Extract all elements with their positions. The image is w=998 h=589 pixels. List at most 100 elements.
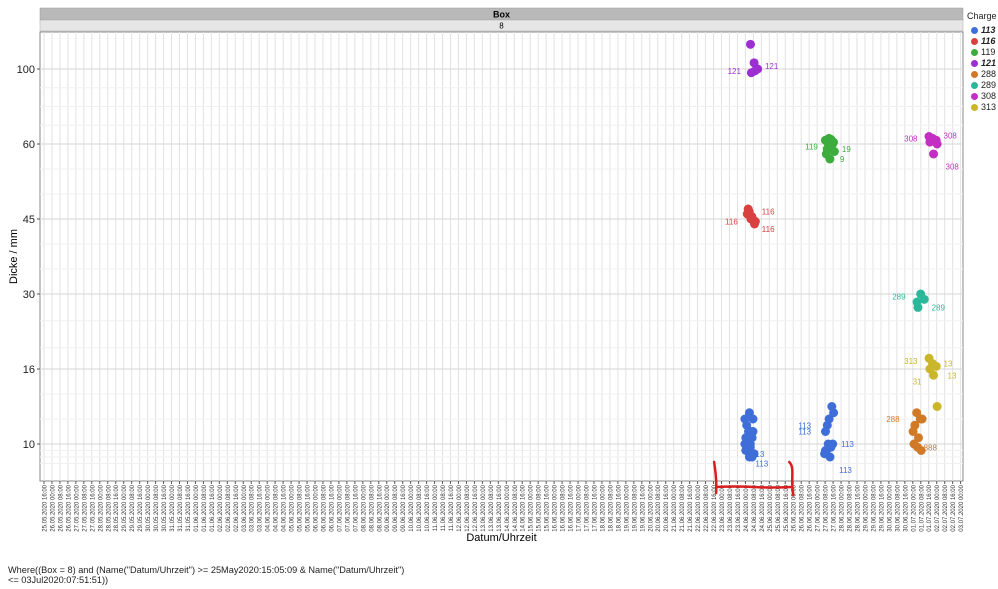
point-113 bbox=[827, 402, 837, 411]
x-tick-label: 29.06.2020 00:00 bbox=[863, 484, 869, 531]
legend-item-288[interactable]: 288 bbox=[971, 69, 996, 79]
x-tick-label: 25.05.2020 16:00 bbox=[43, 484, 49, 531]
point-label-313: 13 bbox=[944, 360, 953, 369]
x-tick-label: 31.05.2020 16:00 bbox=[186, 484, 192, 531]
legend-item-113[interactable]: 113 bbox=[971, 25, 995, 35]
legend-item-116[interactable]: 116 bbox=[971, 36, 995, 46]
x-tick-label: 29.06.2020 08:00 bbox=[871, 484, 877, 531]
x-tick-label: 20.06.2020 00:00 bbox=[648, 484, 654, 531]
x-tick-label: 01.07.2020 16:00 bbox=[927, 484, 933, 531]
x-tick-label: 28.06.2020 00:00 bbox=[840, 484, 846, 531]
x-tick-label: 13.06.2020 00:00 bbox=[481, 484, 487, 531]
x-tick-label: 01.06.2020 00:00 bbox=[194, 484, 200, 531]
y-tick-label: 16 bbox=[23, 364, 35, 376]
x-tick-label: 08.06.2020 00:00 bbox=[361, 484, 367, 531]
x-tick-label: 12.06.2020 00:00 bbox=[457, 484, 463, 531]
x-tick-label: 19.06.2020 08:00 bbox=[632, 484, 638, 531]
x-tick-label: 15.06.2020 08:00 bbox=[537, 484, 543, 531]
legend-marker bbox=[971, 26, 978, 34]
legend-marker bbox=[971, 92, 978, 100]
legend-item-119[interactable]: 119 bbox=[971, 47, 995, 57]
x-tick-label: 30.05.2020 16:00 bbox=[162, 484, 168, 531]
x-tick-label: 01.07.2020 08:00 bbox=[919, 484, 925, 531]
point-label-313: 313 bbox=[904, 357, 918, 366]
x-tick-label: 27.05.2020 16:00 bbox=[90, 484, 96, 531]
x-tick-label: 09.06.2020 16:00 bbox=[401, 484, 407, 531]
x-tick-label: 28.05.2020 00:00 bbox=[98, 484, 104, 531]
point-label-113: 113 bbox=[755, 460, 768, 469]
x-tick-label: 06.06.2020 16:00 bbox=[329, 484, 335, 531]
x-tick-label: 29.05.2020 00:00 bbox=[122, 484, 128, 531]
legend-marker bbox=[971, 70, 978, 78]
x-tick-label: 04.06.2020 08:00 bbox=[274, 484, 280, 531]
x-tick-label: 13.06.2020 16:00 bbox=[497, 484, 503, 531]
x-tick-label: 18.06.2020 08:00 bbox=[608, 484, 614, 531]
legend-item-313[interactable]: 313 bbox=[971, 102, 996, 112]
x-tick-label: 16.06.2020 00:00 bbox=[553, 484, 559, 531]
x-tick-label: 28.06.2020 08:00 bbox=[848, 484, 854, 531]
x-tick-label: 08.06.2020 08:00 bbox=[369, 484, 375, 531]
y-tick-label: 45 bbox=[23, 214, 35, 226]
point-label-116: 116 bbox=[762, 208, 775, 217]
x-tick-label: 18.06.2020 00:00 bbox=[600, 484, 606, 531]
legend-marker bbox=[971, 37, 978, 45]
x-tick-label: 17.06.2020 16:00 bbox=[592, 484, 598, 531]
y-tick-label: 100 bbox=[17, 64, 35, 76]
x-tick-label: 01.07.2020 00:00 bbox=[911, 484, 917, 531]
x-tick-label: 31.05.2020 00:00 bbox=[170, 484, 176, 531]
point-113 bbox=[821, 446, 831, 455]
point-label-119: 19 bbox=[842, 145, 851, 154]
legend-label: 121 bbox=[981, 58, 997, 68]
point-label-113: 113 bbox=[839, 466, 852, 475]
point-label-113: 13 bbox=[755, 450, 764, 459]
point-label-313: 31 bbox=[913, 378, 922, 387]
point-label-308: 308 bbox=[944, 132, 958, 141]
point-label-113: 113 bbox=[798, 428, 811, 437]
x-tick-label: 02.07.2020 08:00 bbox=[943, 484, 949, 531]
point-label-288: 288 bbox=[886, 415, 900, 424]
x-tick-label: 25.06.2020 08:00 bbox=[776, 484, 782, 531]
chart-svg: Box 8 10 16 30 45 60 100 Dicke / mm 25.05.2020 1… bbox=[8, 7, 965, 544]
panel-header: Box 8 bbox=[39, 7, 964, 32]
x-tick-label: 29.06.2020 16:00 bbox=[879, 484, 885, 531]
point-121 bbox=[745, 39, 755, 49]
x-tick-label: 26.05.2020 08:00 bbox=[58, 484, 64, 531]
x-tick-label: 23.06.2020 16:00 bbox=[736, 484, 742, 531]
legend-marker bbox=[971, 81, 978, 89]
point-288 bbox=[910, 420, 920, 430]
x-tick-label: 30.05.2020 08:00 bbox=[154, 484, 160, 531]
point-121 bbox=[750, 66, 760, 76]
legend-item-308[interactable]: 308 bbox=[971, 91, 996, 101]
x-tick-label: 25.06.2020 00:00 bbox=[768, 484, 774, 531]
legend-label: 288 bbox=[981, 69, 997, 79]
x-tick-label: 10.06.2020 16:00 bbox=[425, 484, 431, 531]
legend-item-289[interactable]: 289 bbox=[971, 80, 996, 90]
x-tick-label: 31.05.2020 08:00 bbox=[178, 484, 184, 531]
x-tick-label: 11.06.2020 00:00 bbox=[433, 484, 439, 531]
point-label-289: 289 bbox=[892, 293, 906, 302]
point-289 bbox=[919, 294, 929, 304]
point-288 bbox=[913, 433, 923, 443]
x-tick-label: 03.06.2020 16:00 bbox=[258, 484, 264, 531]
x-tick-label: 05.06.2020 08:00 bbox=[298, 484, 304, 531]
y-tick-label: 60 bbox=[23, 139, 35, 151]
x-tick-label: 12.06.2020 08:00 bbox=[465, 484, 471, 531]
point-label-308: 308 bbox=[904, 134, 918, 143]
legend-marker bbox=[971, 103, 978, 111]
x-tick-label: 15.06.2020 16:00 bbox=[545, 484, 551, 531]
x-tick-label: 18.06.2020 16:00 bbox=[616, 484, 622, 531]
point-label-121: 121 bbox=[765, 62, 779, 71]
x-tick-label: 24.06.2020 16:00 bbox=[760, 484, 766, 531]
legend-label: 113 bbox=[981, 25, 996, 35]
point-label-288: 888 bbox=[924, 443, 938, 452]
x-tick-label: 16.06.2020 08:00 bbox=[561, 484, 567, 531]
x-tick-label: 17.06.2020 08:00 bbox=[585, 484, 591, 531]
point-119 bbox=[829, 147, 839, 156]
point-113 bbox=[745, 439, 755, 449]
x-tick-label: 23.06.2020 08:00 bbox=[728, 484, 734, 531]
point-308 bbox=[929, 149, 939, 159]
legend-item-121[interactable]: 121 bbox=[971, 58, 996, 68]
x-tick-label: 20.06.2020 08:00 bbox=[656, 484, 662, 531]
panel-subtitle: 8 bbox=[499, 22, 504, 31]
x-tick-label: 03.07.2020 00:00 bbox=[959, 484, 965, 531]
